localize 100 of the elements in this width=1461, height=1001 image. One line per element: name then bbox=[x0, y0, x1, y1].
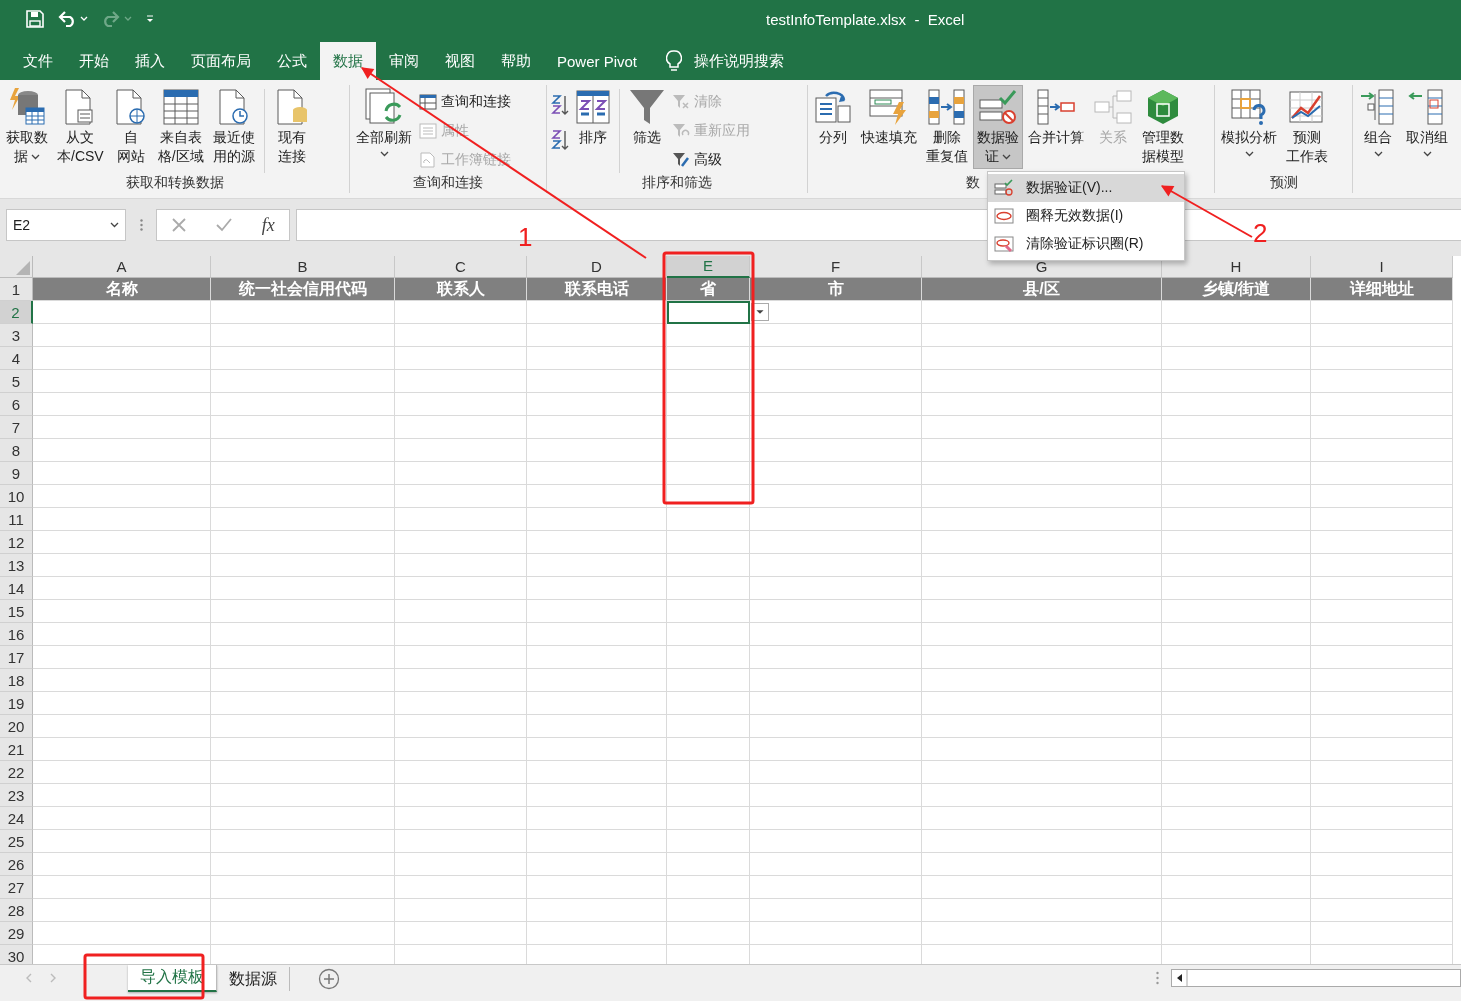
table-cell[interactable] bbox=[211, 692, 395, 715]
horizontal-scrollbar[interactable] bbox=[1171, 969, 1461, 987]
table-cell[interactable] bbox=[922, 508, 1162, 531]
table-cell[interactable] bbox=[750, 715, 922, 738]
table-cell[interactable] bbox=[922, 899, 1162, 922]
table-cell[interactable] bbox=[1311, 416, 1453, 439]
column-header[interactable]: F bbox=[750, 256, 922, 278]
table-cell[interactable] bbox=[1311, 715, 1453, 738]
table-cell[interactable] bbox=[527, 807, 667, 830]
table-cell[interactable] bbox=[750, 761, 922, 784]
table-cell[interactable] bbox=[1311, 922, 1453, 945]
table-cell[interactable] bbox=[750, 531, 922, 554]
table-cell[interactable] bbox=[527, 876, 667, 899]
table-cell[interactable] bbox=[750, 416, 922, 439]
table-cell[interactable] bbox=[750, 807, 922, 830]
ribbon-tab[interactable]: 数据 bbox=[320, 42, 376, 80]
save-icon[interactable] bbox=[26, 10, 44, 28]
table-cell[interactable] bbox=[750, 600, 922, 623]
ribbon-button[interactable]: 现有 连接 bbox=[269, 85, 314, 169]
ribbon-tab[interactable]: 文件 bbox=[10, 42, 66, 80]
row-header[interactable]: 28 bbox=[0, 899, 33, 922]
ribbon-button[interactable]: 高级 bbox=[670, 147, 752, 173]
redo-icon[interactable] bbox=[102, 11, 132, 27]
table-cell[interactable] bbox=[1162, 554, 1311, 577]
row-header[interactable]: 2 bbox=[0, 301, 33, 324]
row-header[interactable]: 13 bbox=[0, 554, 33, 577]
table-cell[interactable] bbox=[1162, 692, 1311, 715]
table-cell[interactable] bbox=[922, 416, 1162, 439]
table-cell[interactable] bbox=[667, 715, 750, 738]
ribbon-button[interactable]: 预测 工作表 bbox=[1282, 85, 1332, 169]
ribbon-button[interactable]: 管理数 据模型 bbox=[1138, 85, 1188, 169]
table-cell[interactable] bbox=[922, 393, 1162, 416]
row-header[interactable]: 19 bbox=[0, 692, 33, 715]
table-cell[interactable] bbox=[922, 669, 1162, 692]
table-cell[interactable] bbox=[395, 347, 527, 370]
table-cell[interactable] bbox=[33, 715, 211, 738]
table-cell[interactable] bbox=[33, 393, 211, 416]
table-cell[interactable] bbox=[750, 623, 922, 646]
table-cell[interactable] bbox=[1162, 899, 1311, 922]
table-cell[interactable] bbox=[1311, 531, 1453, 554]
table-cell[interactable] bbox=[1311, 876, 1453, 899]
ribbon-tab[interactable]: 公式 bbox=[264, 42, 320, 80]
table-cell[interactable] bbox=[1162, 761, 1311, 784]
table-cell[interactable] bbox=[211, 715, 395, 738]
table-cell[interactable] bbox=[1162, 439, 1311, 462]
table-cell[interactable] bbox=[395, 600, 527, 623]
select-all-icon[interactable] bbox=[16, 261, 30, 275]
ribbon-button[interactable]: 快速填充 bbox=[857, 85, 921, 169]
sheet-tab[interactable]: 数据源 bbox=[217, 967, 290, 991]
cancel-icon[interactable] bbox=[171, 217, 188, 233]
table-cell[interactable] bbox=[667, 669, 750, 692]
table-cell[interactable] bbox=[527, 761, 667, 784]
row-header[interactable]: 4 bbox=[0, 347, 33, 370]
table-cell[interactable] bbox=[1311, 301, 1453, 324]
table-cell[interactable] bbox=[1162, 324, 1311, 347]
table-cell[interactable] bbox=[527, 623, 667, 646]
table-cell[interactable] bbox=[395, 623, 527, 646]
table-cell[interactable] bbox=[1162, 462, 1311, 485]
table-cell[interactable] bbox=[750, 554, 922, 577]
table-cell[interactable] bbox=[33, 738, 211, 761]
ribbon-tab[interactable]: 开始 bbox=[66, 42, 122, 80]
table-cell[interactable] bbox=[527, 347, 667, 370]
table-cell[interactable] bbox=[1311, 807, 1453, 830]
table-cell[interactable] bbox=[667, 623, 750, 646]
table-cell[interactable] bbox=[1311, 899, 1453, 922]
table-cell[interactable] bbox=[33, 623, 211, 646]
table-cell[interactable] bbox=[527, 715, 667, 738]
table-cell[interactable] bbox=[1162, 784, 1311, 807]
table-cell[interactable] bbox=[1311, 669, 1453, 692]
table-cell[interactable] bbox=[922, 853, 1162, 876]
table-cell[interactable] bbox=[922, 738, 1162, 761]
table-cell[interactable] bbox=[395, 830, 527, 853]
row-header[interactable]: 16 bbox=[0, 623, 33, 646]
ribbon-button[interactable]: 组合 bbox=[1355, 85, 1401, 169]
ribbon-button[interactable]: 筛选 bbox=[625, 85, 669, 169]
table-cell[interactable] bbox=[667, 485, 750, 508]
ribbon-button[interactable]: 数据验 证 bbox=[973, 85, 1023, 169]
table-cell[interactable] bbox=[395, 416, 527, 439]
table-cell[interactable] bbox=[395, 508, 527, 531]
row-header[interactable]: 21 bbox=[0, 738, 33, 761]
drag-handle-icon[interactable] bbox=[139, 219, 143, 231]
table-cell[interactable] bbox=[750, 646, 922, 669]
row-header[interactable]: 11 bbox=[0, 508, 33, 531]
table-cell[interactable] bbox=[33, 577, 211, 600]
table-cell[interactable] bbox=[922, 485, 1162, 508]
table-cell[interactable] bbox=[1311, 462, 1453, 485]
table-cell[interactable] bbox=[211, 807, 395, 830]
table-cell[interactable] bbox=[922, 347, 1162, 370]
ribbon-tab[interactable]: 视图 bbox=[432, 42, 488, 80]
table-cell[interactable] bbox=[750, 301, 922, 324]
table-cell[interactable] bbox=[211, 669, 395, 692]
table-cell[interactable] bbox=[211, 600, 395, 623]
table-cell[interactable] bbox=[922, 646, 1162, 669]
row-header[interactable]: 14 bbox=[0, 577, 33, 600]
table-cell[interactable] bbox=[922, 807, 1162, 830]
column-header[interactable]: I bbox=[1311, 256, 1453, 278]
table-cell[interactable] bbox=[750, 508, 922, 531]
next-sheet-icon[interactable] bbox=[50, 973, 56, 983]
table-cell[interactable] bbox=[750, 462, 922, 485]
table-cell[interactable] bbox=[1162, 669, 1311, 692]
